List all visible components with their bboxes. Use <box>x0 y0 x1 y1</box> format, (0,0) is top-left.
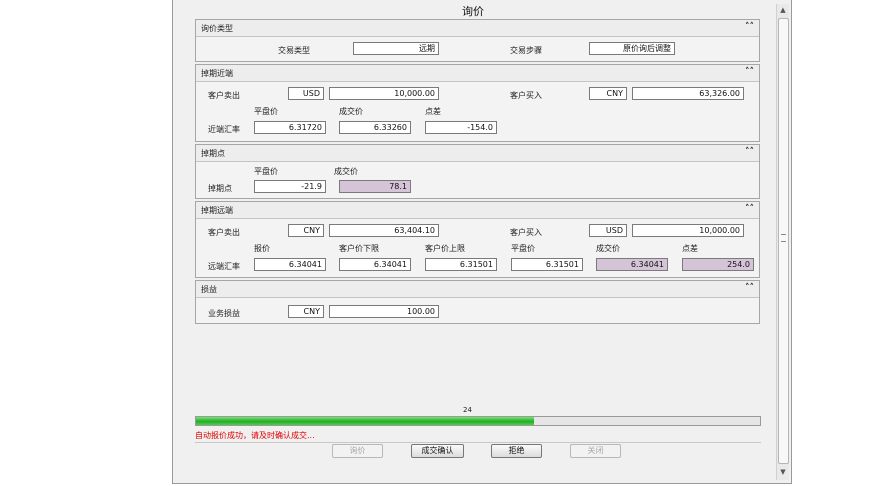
trade-step-label: 交易步骤 <box>510 46 542 55</box>
pnl-label: 业务损益 <box>208 309 240 318</box>
far-mid-field[interactable]: 6.31501 <box>511 258 583 271</box>
close-button[interactable]: 关闭 <box>570 444 621 458</box>
status-message: 自动报价成功，请及时确认成交... <box>195 431 315 440</box>
panel-header: 询价类型 ˄˄ <box>196 20 759 37</box>
far-spread-field[interactable]: 254.0 <box>682 258 754 271</box>
far-lower-field[interactable]: 6.34041 <box>339 258 411 271</box>
panel-title: 掉期远端 <box>201 206 233 215</box>
grip-icon <box>781 234 786 242</box>
scroll-up-icon[interactable]: ▲ <box>777 4 789 16</box>
panel-title: 询价类型 <box>201 24 233 33</box>
double-chevron-up-icon[interactable]: ˄˄ <box>745 22 754 32</box>
panel-header: 掉期远端 ˄˄ <box>196 202 759 219</box>
progress-count: 24 <box>463 406 472 414</box>
far-upper-field[interactable]: 6.31501 <box>425 258 497 271</box>
swap-deal-field[interactable]: 78.1 <box>339 180 411 193</box>
customer-buy-currency[interactable]: CNY <box>589 87 627 100</box>
customer-sell-amount[interactable]: 63,404.10 <box>329 224 439 237</box>
customer-buy-label: 客户买入 <box>510 91 542 100</box>
near-deal-field[interactable]: 6.33260 <box>339 121 411 134</box>
panel-header: 掉期近端 ˄˄ <box>196 65 759 82</box>
double-chevron-up-icon[interactable]: ˄˄ <box>745 204 754 214</box>
customer-sell-label: 客户卖出 <box>208 91 240 100</box>
col-spread-label: 点差 <box>425 107 441 116</box>
col-lower-label: 客户价下限 <box>339 244 379 253</box>
double-chevron-up-icon[interactable]: ˄˄ <box>745 67 754 77</box>
col-deal-label: 成交价 <box>339 107 363 116</box>
col-mid-label: 平盘价 <box>511 244 535 253</box>
pnl-amount[interactable]: 100.00 <box>329 305 439 318</box>
col-deal-label: 成交价 <box>334 167 358 176</box>
panel-title: 掉期近端 <box>201 69 233 78</box>
reject-button[interactable]: 拒绝 <box>491 444 542 458</box>
double-chevron-up-icon[interactable]: ˄˄ <box>745 283 754 293</box>
progress-fill <box>196 417 535 425</box>
swap-points-label: 掉期点 <box>208 184 232 193</box>
inquiry-button[interactable]: 询价 <box>332 444 383 458</box>
panel-title: 损益 <box>201 285 217 294</box>
col-quote-label: 报价 <box>254 244 270 253</box>
far-quote-field[interactable]: 6.34041 <box>254 258 326 271</box>
col-mid-label: 平盘价 <box>254 107 278 116</box>
scroll-thumb[interactable] <box>778 18 789 464</box>
trade-step-field[interactable]: 原价询后调整 <box>589 42 675 55</box>
col-mid-label: 平盘价 <box>254 167 278 176</box>
customer-sell-currency[interactable]: USD <box>288 87 324 100</box>
pnl-currency[interactable]: CNY <box>288 305 324 318</box>
divider <box>195 442 761 443</box>
trade-type-field[interactable]: 远期 <box>353 42 439 55</box>
double-chevron-up-icon[interactable]: ˄˄ <box>745 147 754 157</box>
near-mid-field[interactable]: 6.31720 <box>254 121 326 134</box>
window-title: 询价 <box>462 5 484 18</box>
panel-title: 掉期点 <box>201 149 225 158</box>
far-rate-label: 远端汇率 <box>208 262 240 271</box>
customer-buy-amount[interactable]: 10,000.00 <box>632 224 744 237</box>
progress-bar <box>195 416 761 426</box>
panel-pnl: 损益 ˄˄ 业务损益 CNY 100.00 <box>195 280 760 324</box>
panel-swap-points: 掉期点 ˄˄ 平盘价 成交价 掉期点 -21.9 78.1 <box>195 144 760 199</box>
near-rate-label: 近端汇率 <box>208 125 240 134</box>
far-deal-field[interactable]: 6.34041 <box>596 258 668 271</box>
panel-header: 损益 ˄˄ <box>196 281 759 298</box>
confirm-deal-button[interactable]: 成交确认 <box>411 444 464 458</box>
scroll-down-icon[interactable]: ▼ <box>777 466 789 478</box>
swap-mid-field[interactable]: -21.9 <box>254 180 326 193</box>
customer-buy-label: 客户买入 <box>510 228 542 237</box>
inquiry-window: 询价 询价类型 ˄˄ 交易类型 远期 交易步骤 原价询后调整 掉期近端 ˄˄ 客… <box>172 0 792 484</box>
customer-sell-currency[interactable]: CNY <box>288 224 324 237</box>
col-deal-label: 成交价 <box>596 244 620 253</box>
customer-buy-amount[interactable]: 63,326.00 <box>632 87 744 100</box>
col-upper-label: 客户价上限 <box>425 244 465 253</box>
col-spread-label: 点差 <box>682 244 698 253</box>
customer-sell-amount[interactable]: 10,000.00 <box>329 87 439 100</box>
vertical-scrollbar[interactable]: ▲ ▼ <box>776 4 789 480</box>
panel-near-leg: 掉期近端 ˄˄ 客户卖出 USD 10,000.00 客户买入 CNY 63,3… <box>195 64 760 142</box>
trade-type-label: 交易类型 <box>278 46 310 55</box>
panel-inquiry-type: 询价类型 ˄˄ 交易类型 远期 交易步骤 原价询后调整 <box>195 19 760 62</box>
panel-header: 掉期点 ˄˄ <box>196 145 759 162</box>
panel-far-leg: 掉期远端 ˄˄ 客户卖出 CNY 63,404.10 客户买入 USD 10,0… <box>195 201 760 278</box>
near-spread-field[interactable]: -154.0 <box>425 121 497 134</box>
customer-buy-currency[interactable]: USD <box>589 224 627 237</box>
customer-sell-label: 客户卖出 <box>208 228 240 237</box>
